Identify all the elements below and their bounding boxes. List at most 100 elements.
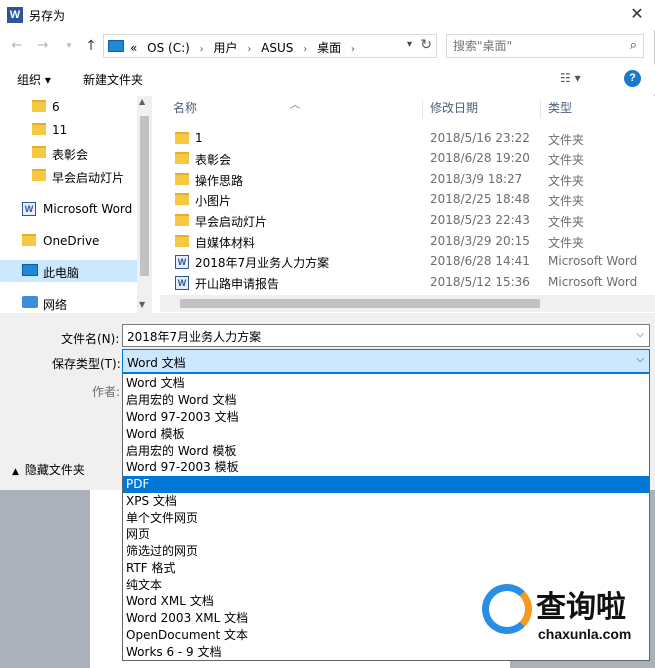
computer-icon xyxy=(22,264,38,276)
up-arrow-icon[interactable]: ↑ xyxy=(82,36,100,56)
help-icon[interactable]: ? xyxy=(624,70,641,87)
watermark-brand: 查询啦 xyxy=(536,590,626,625)
back-arrow-icon[interactable]: ← xyxy=(8,36,26,56)
file-row[interactable]: 早会启动灯片 2018/5/23 22:43 文件夹 xyxy=(160,210,655,231)
file-row[interactable]: 自媒体材料 2018/3/29 20:15 文件夹 xyxy=(160,231,655,252)
savetype-select[interactable]: Word 文档 ⌵ xyxy=(122,349,650,373)
file-type: 文件夹 xyxy=(548,215,585,229)
recent-locations-chevron-icon[interactable]: ▾ xyxy=(60,36,78,56)
savetype-option[interactable]: RTF 格式 xyxy=(123,560,649,577)
folder-icon xyxy=(175,132,189,144)
chevron-down-icon[interactable]: ⌵ xyxy=(636,354,644,365)
file-row[interactable]: 小图片 2018/2/25 18:48 文件夹 xyxy=(160,189,655,210)
nav-item-label: 早会启动灯片 xyxy=(52,171,125,185)
savetype-option[interactable]: XPS 文档 xyxy=(123,493,649,510)
file-name: 操作思路 xyxy=(195,174,244,188)
breadcrumb-separator[interactable]: › xyxy=(247,44,251,55)
nav-item-label: Microsoft Word xyxy=(43,202,133,216)
nav-item-microsoft-word[interactable]: W Microsoft Word xyxy=(0,198,137,220)
nav-item-this-pc[interactable]: 此电脑 xyxy=(0,260,137,282)
filename-value[interactable]: 2018年7月业务人力方案 xyxy=(127,328,261,345)
navigation-pane: 6 11 表彰会 早会启动灯片 W Microsoft Word OneDriv… xyxy=(0,96,152,313)
savetype-option[interactable]: 筛选过的网页 xyxy=(123,543,649,560)
scroll-down-icon[interactable]: ▼ xyxy=(139,300,145,309)
file-row[interactable]: 表彰会 2018/6/28 19:20 文件夹 xyxy=(160,148,655,169)
search-input[interactable] xyxy=(453,38,613,54)
folder-icon xyxy=(175,152,189,164)
scrollbar-thumb[interactable] xyxy=(140,116,149,276)
nav-pane-scrollbar[interactable]: ▲ ▼ xyxy=(137,96,152,313)
savetype-option-selected[interactable]: PDF xyxy=(123,476,649,493)
nav-item-label: OneDrive xyxy=(43,234,100,248)
savetype-value: Word 文档 xyxy=(127,356,186,370)
forward-arrow-icon[interactable]: → xyxy=(34,36,52,56)
savetype-option[interactable]: Word 97-2003 模板 xyxy=(123,459,649,476)
column-header-name[interactable]: 名称 xyxy=(173,96,197,120)
savetype-option[interactable]: 启用宏的 Word 文档 xyxy=(123,392,649,409)
word-icon: W xyxy=(175,276,189,290)
nav-item-folder-6[interactable]: 6 xyxy=(0,96,137,118)
savetype-option[interactable]: 单个文件网页 xyxy=(123,510,649,527)
scroll-up-icon[interactable]: ▲ xyxy=(139,97,145,106)
refresh-icon[interactable]: ↻ xyxy=(420,37,432,53)
file-list: ︿ 名称 修改日期 类型 1 2018/5/16 23:22 文件夹 表彰会 2… xyxy=(160,96,655,313)
nav-item-folder-11[interactable]: 11 xyxy=(0,119,137,141)
column-divider[interactable] xyxy=(540,100,541,118)
file-name: 早会启动灯片 xyxy=(195,215,268,229)
breadcrumb-desktop[interactable]: 桌面 xyxy=(317,41,341,55)
savetype-option[interactable]: 启用宏的 Word 模板 xyxy=(123,443,649,460)
nav-item-onedrive[interactable]: OneDrive xyxy=(0,230,137,252)
nav-item-label: 11 xyxy=(52,123,68,137)
file-row[interactable]: 操作思路 2018/3/9 18:27 文件夹 xyxy=(160,169,655,190)
organize-button[interactable]: 组织 ▾ xyxy=(17,71,51,88)
filename-label: 文件名(N): xyxy=(61,332,120,346)
title-bar: W 另存为 ✕ xyxy=(0,0,655,30)
new-folder-button[interactable]: 新建文件夹 xyxy=(83,71,143,88)
search-icon[interactable]: ⌕ xyxy=(630,38,637,53)
file-row[interactable]: W 开山路申请报告 2018/5/12 15:36 Microsoft Word xyxy=(160,272,655,293)
file-type: 文件夹 xyxy=(548,194,585,208)
breadcrumb-users[interactable]: 用户 xyxy=(214,41,238,55)
file-name: 2018年7月业务人力方案 xyxy=(195,256,330,270)
file-date: 2018/3/9 18:27 xyxy=(430,172,523,186)
chevron-down-icon[interactable]: ⌵ xyxy=(636,329,644,340)
hide-folders-button[interactable]: ▲ 隐藏文件夹 xyxy=(12,461,85,478)
breadcrumb-separator[interactable]: › xyxy=(200,44,204,55)
folder-icon xyxy=(175,173,189,185)
folder-icon xyxy=(32,100,46,112)
file-name: 表彰会 xyxy=(195,153,232,167)
file-row[interactable]: W 2018年7月业务人力方案 2018/6/28 14:41 Microsof… xyxy=(160,251,655,272)
nav-item-label: 网络 xyxy=(43,298,68,312)
breadcrumb-drive[interactable]: OS (C:) xyxy=(147,41,190,55)
file-date: 2018/5/12 15:36 xyxy=(430,275,530,289)
savetype-option[interactable]: Word 97-2003 文档 xyxy=(123,409,649,426)
breadcrumb-asus[interactable]: ASUS xyxy=(261,41,293,55)
breadcrumb: « OS (C:) › 用户 › ASUS › 桌面 › xyxy=(130,39,361,56)
search-box[interactable]: ⌕ xyxy=(446,34,644,58)
magnifier-logo-icon xyxy=(482,584,532,634)
column-header-date[interactable]: 修改日期 xyxy=(430,96,478,120)
filename-field[interactable]: 2018年7月业务人力方案 ⌵ xyxy=(122,324,650,347)
nav-item-network[interactable]: 网络 xyxy=(0,292,137,313)
address-bar[interactable]: « OS (C:) › 用户 › ASUS › 桌面 › ▾ ↻ xyxy=(103,34,437,58)
file-list-horizontal-scrollbar[interactable] xyxy=(160,295,655,312)
file-date: 2018/6/28 19:20 xyxy=(430,151,530,165)
nav-item-folder-zaohui[interactable]: 早会启动灯片 xyxy=(0,165,137,187)
scrollbar-thumb[interactable] xyxy=(180,299,540,308)
column-divider[interactable] xyxy=(422,100,423,118)
file-row[interactable]: 1 2018/5/16 23:22 文件夹 xyxy=(160,128,655,149)
savetype-option[interactable]: 网页 xyxy=(123,526,649,543)
view-options-icon[interactable]: ☷ ▾ xyxy=(560,71,581,85)
word-icon: W xyxy=(175,255,189,269)
nav-item-label: 此电脑 xyxy=(43,266,80,280)
savetype-option[interactable]: Word 模板 xyxy=(123,426,649,443)
breadcrumb-separator[interactable]: › xyxy=(303,44,307,55)
chevron-down-icon[interactable]: ▾ xyxy=(407,39,412,50)
nav-item-folder-biaozhanghui[interactable]: 表彰会 xyxy=(0,142,137,164)
breadcrumb-separator[interactable]: › xyxy=(351,44,355,55)
close-icon[interactable]: ✕ xyxy=(623,2,651,26)
hide-folders-label: 隐藏文件夹 xyxy=(24,463,85,477)
breadcrumb-overflow[interactable]: « xyxy=(130,41,137,55)
column-header-type[interactable]: 类型 xyxy=(548,96,572,120)
savetype-option[interactable]: Word 文档 xyxy=(123,375,649,392)
